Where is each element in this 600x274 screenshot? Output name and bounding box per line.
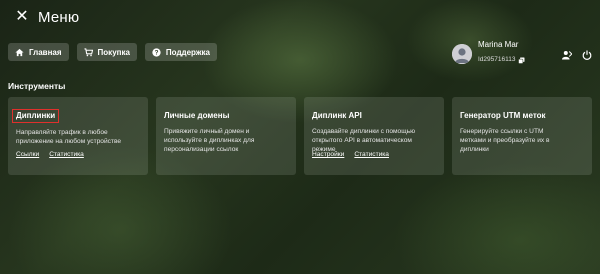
card-links: Настройки Статистика bbox=[312, 151, 389, 158]
home-icon bbox=[15, 48, 24, 57]
card-title: Диплинк API bbox=[312, 111, 362, 120]
statistics-link[interactable]: Статистика bbox=[49, 151, 84, 158]
user-id-row: Id295716113 bbox=[478, 51, 525, 69]
user-actions bbox=[562, 47, 592, 65]
tool-card-utm[interactable]: Генератор UTM меток Генерируйте ссылки с… bbox=[452, 97, 592, 175]
tool-card-api[interactable]: Диплинк API Создавайте диплинки с помощь… bbox=[304, 97, 444, 175]
tool-card-deeplinks[interactable]: Диплинки Направляйте трафик в любое прил… bbox=[8, 97, 148, 175]
nav-home-button[interactable]: Главная bbox=[8, 43, 69, 61]
power-icon[interactable] bbox=[582, 47, 592, 65]
settings-link[interactable]: Настройки bbox=[312, 151, 344, 158]
close-icon[interactable]: ✕ bbox=[14, 9, 30, 25]
card-title: Генератор UTM меток bbox=[460, 111, 546, 120]
svg-text:?: ? bbox=[154, 49, 158, 56]
tool-card-domains[interactable]: Личные домены Привяжите личный домен и и… bbox=[156, 97, 296, 175]
card-title[interactable]: Диплинки bbox=[11, 109, 60, 123]
statistics-link[interactable]: Статистика bbox=[354, 151, 389, 158]
nav-purchase-button[interactable]: Покупка bbox=[76, 43, 137, 61]
card-title: Личные домены bbox=[164, 111, 230, 120]
page-title: Меню bbox=[38, 9, 80, 26]
user-id: Id295716113 bbox=[478, 55, 516, 63]
user-profile[interactable]: Marina Mar Id295716113 bbox=[452, 40, 525, 65]
tool-cards: Диплинки Направляйте трафик в любое прил… bbox=[8, 97, 592, 175]
help-icon: ? bbox=[152, 47, 161, 57]
card-links: Ссылки Статистика bbox=[16, 151, 84, 158]
switch-user-icon[interactable] bbox=[562, 47, 573, 65]
main-nav: Главная Покупка ? Поддержка bbox=[8, 43, 217, 61]
nav-support-button[interactable]: ? Поддержка bbox=[144, 43, 217, 61]
top-bar: ✕ Меню bbox=[0, 0, 600, 36]
card-description: Направляйте трафик в любое приложение на… bbox=[16, 129, 122, 145]
nav-home-label: Главная bbox=[29, 47, 62, 57]
card-description: Генерируйте ссылки с UTM метками и преоб… bbox=[460, 128, 550, 153]
avatar-icon bbox=[452, 44, 472, 64]
user-name: Marina Mar bbox=[478, 39, 519, 49]
links-link[interactable]: Ссылки bbox=[16, 151, 39, 158]
card-description: Создавайте диплинки с помощью открытого … bbox=[312, 128, 416, 153]
card-description: Привяжите личный домен и используйте в д… bbox=[164, 128, 255, 153]
section-title: Инструменты bbox=[8, 81, 66, 91]
nav-purchase-label: Покупка bbox=[97, 47, 130, 57]
user-info: Marina Mar Id295716113 bbox=[478, 40, 525, 69]
nav-support-label: Поддержка bbox=[165, 47, 210, 57]
cart-icon bbox=[83, 47, 93, 57]
copy-icon[interactable] bbox=[518, 51, 525, 69]
